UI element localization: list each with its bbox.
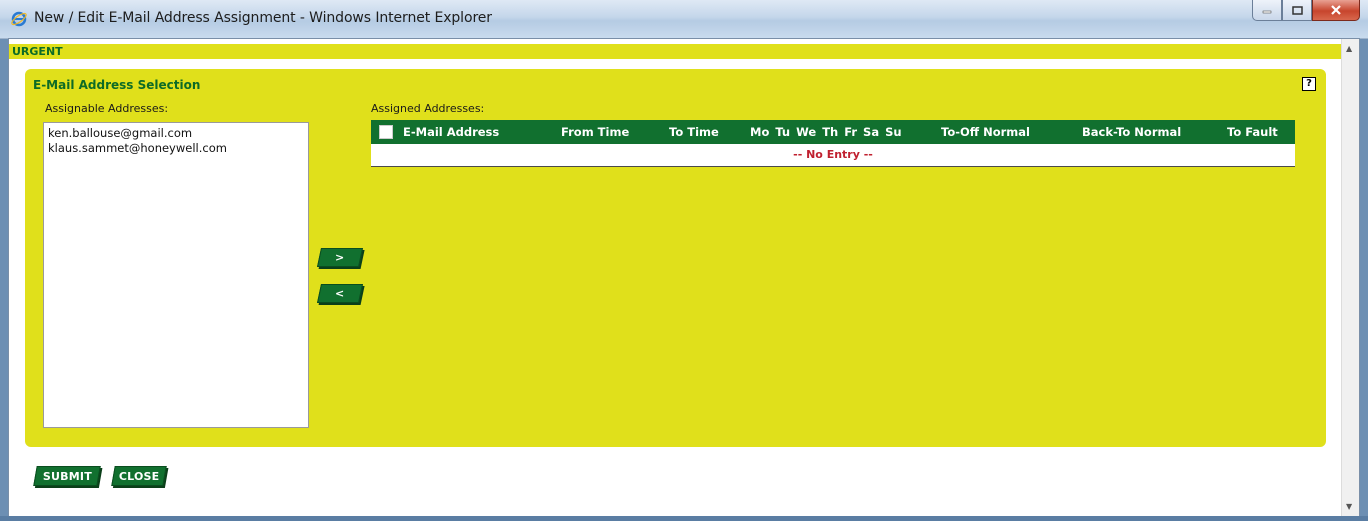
submit-button[interactable]: SUBMIT [33, 466, 101, 486]
title-bar: New / Edit E-Mail Address Assignment - W… [0, 0, 1368, 39]
urgent-label: URGENT [12, 45, 63, 58]
column-to-time[interactable]: To Time [669, 125, 719, 139]
submit-label: SUBMIT [42, 469, 92, 483]
minimize-icon [1262, 10, 1272, 14]
table-row: -- No Entry -- [371, 144, 1295, 167]
panel-title: E-Mail Address Selection [33, 78, 201, 92]
no-entry-text: -- No Entry -- [793, 148, 873, 161]
remove-arrow-label: < [335, 287, 345, 300]
assigned-label: Assigned Addresses: [371, 102, 485, 115]
minimize-button[interactable] [1252, 0, 1282, 21]
dialog-content: URGENT E-Mail Address Selection ? Assign… [8, 38, 1360, 518]
close-label: CLOSE [118, 469, 160, 483]
window-title: New / Edit E-Mail Address Assignment - W… [34, 10, 492, 26]
column-from-time[interactable]: From Time [561, 125, 629, 139]
column-email[interactable]: E-Mail Address [403, 125, 499, 139]
scroll-up-icon[interactable]: ▲ [1346, 44, 1352, 53]
vertical-scrollbar[interactable]: ▲ ▼ [1341, 39, 1359, 517]
window-bottom-edge [0, 516, 1368, 521]
email-selection-panel: E-Mail Address Selection ? Assignable Ad… [25, 69, 1326, 447]
urgent-banner: URGENT [9, 44, 1341, 59]
maximize-button[interactable] [1282, 0, 1312, 21]
table-header: E-Mail Address From Time To Time Mo Tu W… [371, 120, 1295, 144]
column-to-off-normal[interactable]: To-Off Normal [941, 125, 1030, 139]
window-controls [1252, 0, 1360, 22]
assigned-addresses-table: E-Mail Address From Time To Time Mo Tu W… [371, 120, 1295, 167]
internet-explorer-icon [11, 11, 27, 27]
help-icon[interactable]: ? [1302, 77, 1316, 91]
close-window-button[interactable] [1312, 0, 1360, 21]
column-to-fault[interactable]: To Fault [1227, 125, 1278, 139]
assignable-label: Assignable Addresses: [45, 102, 169, 115]
assignable-addresses-list[interactable]: ken.ballouse@gmail.com klaus.sammet@hone… [43, 122, 309, 428]
scroll-down-icon[interactable]: ▼ [1346, 502, 1352, 511]
add-arrow-label: > [335, 251, 345, 264]
column-back-to-normal[interactable]: Back-To Normal [1082, 125, 1181, 139]
column-days: Mo Tu We Th Fr Sa Su [750, 125, 902, 139]
select-all-checkbox[interactable] [379, 125, 393, 139]
close-icon [1331, 5, 1341, 15]
remove-address-button[interactable]: < [316, 284, 364, 303]
close-button[interactable]: CLOSE [111, 466, 167, 486]
list-item[interactable]: klaus.sammet@honeywell.com [48, 141, 304, 156]
maximize-icon [1291, 5, 1303, 15]
add-address-button[interactable]: > [316, 248, 364, 267]
list-item[interactable]: ken.ballouse@gmail.com [48, 126, 304, 141]
